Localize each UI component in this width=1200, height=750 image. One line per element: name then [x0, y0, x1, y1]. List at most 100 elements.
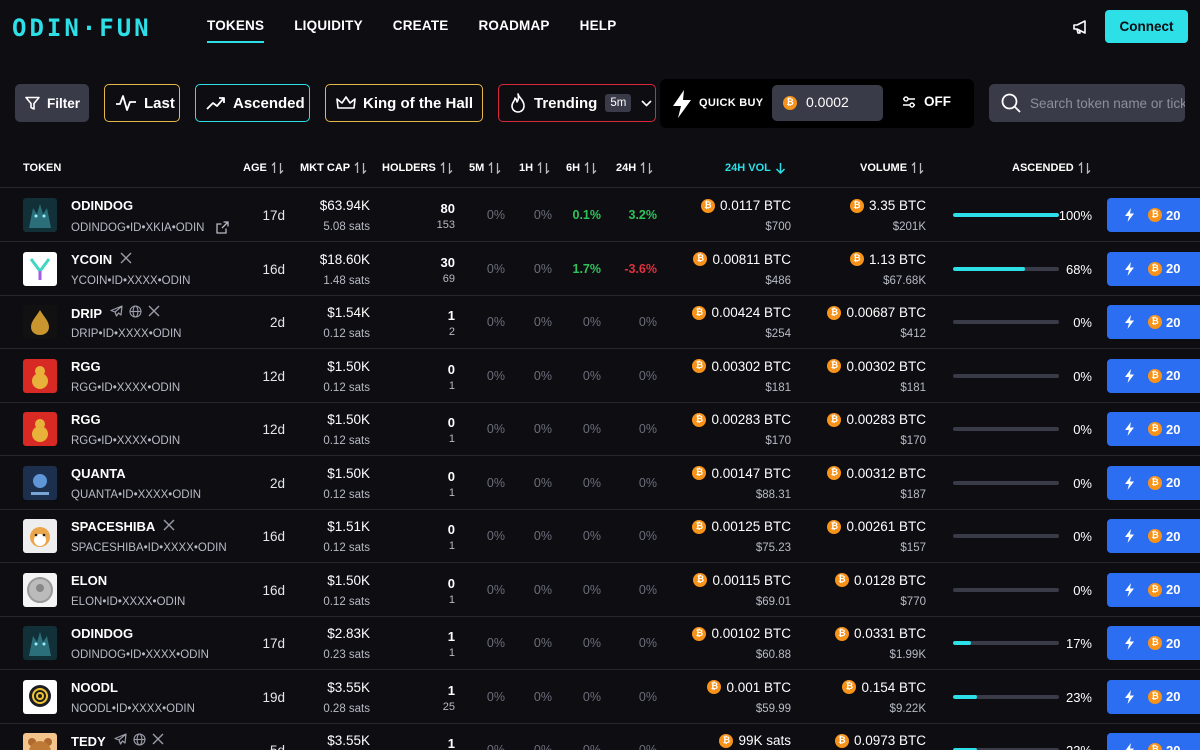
megaphone-icon[interactable]	[1072, 18, 1090, 36]
quick-buy-button[interactable]: 20	[1107, 251, 1200, 286]
nav-help[interactable]: HELP	[580, 18, 617, 41]
table-row[interactable]: RGG RGG•ID•XXXX•ODIN 12d $1.50K 0.12 sat…	[0, 350, 1200, 403]
quick-buy-button[interactable]: 20	[1107, 519, 1200, 553]
token-avatar[interactable]	[23, 412, 57, 446]
king-of-the-hall-tab[interactable]: King of the Hall	[325, 84, 483, 122]
token-id-row: ODINDOG•ID•XXXX•ODIN	[71, 649, 209, 661]
col-volume[interactable]: VOLUME	[860, 162, 924, 174]
connect-button[interactable]: Connect	[1105, 10, 1188, 43]
nav-roadmap[interactable]: ROADMAP	[478, 18, 549, 41]
table-row[interactable]: QUANTA QUANTA•ID•XXXX•ODIN 2d $1.50K 0.1…	[0, 457, 1200, 510]
token-name[interactable]: ODINDOG	[71, 198, 133, 213]
external-link-icon[interactable]	[210, 221, 230, 234]
token-name[interactable]: ODINDOG	[71, 626, 133, 641]
col-holders[interactable]: HOLDERS	[382, 162, 453, 174]
trending-up-icon	[206, 97, 225, 110]
globe-icon[interactable]	[129, 305, 142, 321]
token-avatar[interactable]	[23, 733, 57, 750]
col-age[interactable]: AGE	[243, 162, 284, 174]
btc-icon	[719, 733, 734, 748]
token-avatar[interactable]	[23, 465, 57, 500]
col-24h[interactable]: 24H	[616, 162, 653, 174]
token-avatar[interactable]	[23, 626, 57, 660]
table-row[interactable]: ODINDOG ODINDOG•ID•XKIA•ODIN 17d $63.94K…	[0, 189, 1200, 242]
table-row[interactable]: YCOIN YCOIN•ID•XXXX•ODIN 16d $18.60K 1.4…	[0, 243, 1200, 296]
token-avatar[interactable]	[23, 251, 57, 286]
col-mkt-cap[interactable]: MKT CAP	[300, 162, 367, 174]
table-row[interactable]: RGG RGG•ID•XXXX•ODIN 12d $1.50K 0.12 sat…	[0, 403, 1200, 456]
col-24h-vol[interactable]: 24H VOL	[725, 162, 786, 174]
filter-button[interactable]: Filter	[15, 84, 89, 122]
holders-count: 30	[440, 254, 455, 270]
trending-timeframe-badge[interactable]: 5m	[605, 94, 632, 112]
quick-buy-button[interactable]: 20	[1107, 305, 1200, 339]
token-avatar[interactable]	[23, 198, 57, 232]
globe-icon[interactable]	[133, 733, 146, 749]
volume-total-usd: $67.68K	[883, 274, 926, 287]
token-name[interactable]: QUANTA	[71, 466, 126, 481]
search-box[interactable]	[989, 84, 1185, 122]
token-name[interactable]: SPACESHIBA	[71, 519, 155, 534]
table-row[interactable]: SPACESHIBA SPACESHIBA•ID•XXXX•ODIN 16d $…	[0, 510, 1200, 563]
table-row[interactable]: ODINDOG ODINDOG•ID•XXXX•ODIN 17d $2.83K …	[0, 617, 1200, 670]
table-row[interactable]: ELON ELON•ID•XXXX•ODIN 16d $1.50K 0.12 s…	[0, 564, 1200, 617]
quick-buy-button[interactable]: 20	[1107, 465, 1200, 500]
trending-tab[interactable]: Trending 5m	[498, 84, 656, 122]
x-icon[interactable]	[152, 733, 164, 749]
token-avatar[interactable]	[23, 572, 57, 607]
col-6h[interactable]: 6H	[566, 162, 597, 174]
token-avatar[interactable]	[23, 358, 57, 393]
token-name[interactable]: RGG	[71, 412, 101, 427]
lightning-icon	[1125, 422, 1134, 436]
ascended-tab[interactable]: Ascended	[195, 84, 310, 122]
token-name[interactable]: NOODL	[71, 680, 118, 695]
quick-buy-button[interactable]: 20	[1107, 733, 1200, 750]
volume-total: 3.35 BTC	[800, 198, 926, 213]
quick-buy-toggle[interactable]: OFF	[902, 94, 951, 109]
col-5m[interactable]: 5M	[469, 162, 501, 174]
table-row[interactable]: NOODL NOODL•ID•XXXX•ODIN 19d $3.55K 0.28…	[0, 671, 1200, 724]
btc-icon	[700, 198, 715, 213]
quick-buy-button[interactable]: 20	[1107, 626, 1200, 660]
nav-liquidity[interactable]: LIQUIDITY	[294, 18, 363, 41]
x-icon[interactable]	[163, 519, 175, 534]
quick-buy-button[interactable]: 20	[1107, 679, 1200, 714]
col-1h[interactable]: 1H	[519, 162, 550, 174]
chevron-down-icon[interactable]	[641, 99, 652, 107]
logo[interactable]: ODIN·FUN	[12, 14, 152, 42]
x-icon[interactable]	[148, 305, 160, 321]
volume-total: 0.0128 BTC	[800, 573, 926, 588]
lightning-icon	[1125, 636, 1134, 650]
quick-buy-button[interactable]: 20	[1107, 412, 1200, 446]
nav-create[interactable]: CREATE	[393, 18, 449, 41]
search-input[interactable]	[1030, 84, 1185, 122]
volume-total-value: 0.00687 BTC	[846, 305, 926, 320]
telegram-icon[interactable]	[114, 733, 127, 749]
table-row[interactable]: DRIP DRIP•ID•XXXX•ODIN 2d $1.54K 0.12 sa…	[0, 296, 1200, 349]
col-token[interactable]: TOKEN	[23, 162, 61, 174]
quick-buy-button[interactable]: 20	[1107, 198, 1200, 232]
token-avatar[interactable]	[23, 679, 57, 714]
volume-24h-usd: $181	[765, 381, 791, 394]
col-ascended[interactable]: ASCENDED	[1012, 162, 1091, 174]
nav-tokens[interactable]: TOKENS	[207, 18, 265, 43]
token-name[interactable]: DRIP	[71, 306, 102, 321]
quick-buy-amount-field[interactable]: 0.0002	[772, 85, 883, 121]
token-avatar[interactable]	[23, 305, 57, 339]
token-name[interactable]: TEDY	[71, 734, 106, 749]
telegram-icon[interactable]	[110, 305, 123, 321]
lightning-icon	[1125, 208, 1134, 222]
table-row[interactable]: TEDY TEDY•ID•XXXX•ODIN 5d $3.55K 0.28 sa…	[0, 724, 1200, 750]
token-name[interactable]: RGG	[71, 359, 101, 374]
last-tab[interactable]: Last	[104, 84, 180, 122]
x-icon[interactable]	[120, 252, 132, 267]
volume-total-value: 0.0973 BTC	[853, 733, 926, 748]
token-name[interactable]: YCOIN	[71, 252, 112, 267]
quick-buy-button[interactable]: 20	[1107, 358, 1200, 393]
token-avatar[interactable]	[23, 519, 57, 553]
quick-buy-button[interactable]: 20	[1107, 572, 1200, 607]
token-name[interactable]: ELON	[71, 573, 107, 588]
market-cap-sats: 0.12 sats	[323, 488, 370, 501]
quick-buy-amount-label: 20	[1166, 475, 1181, 490]
token-age: 19d	[262, 689, 285, 705]
